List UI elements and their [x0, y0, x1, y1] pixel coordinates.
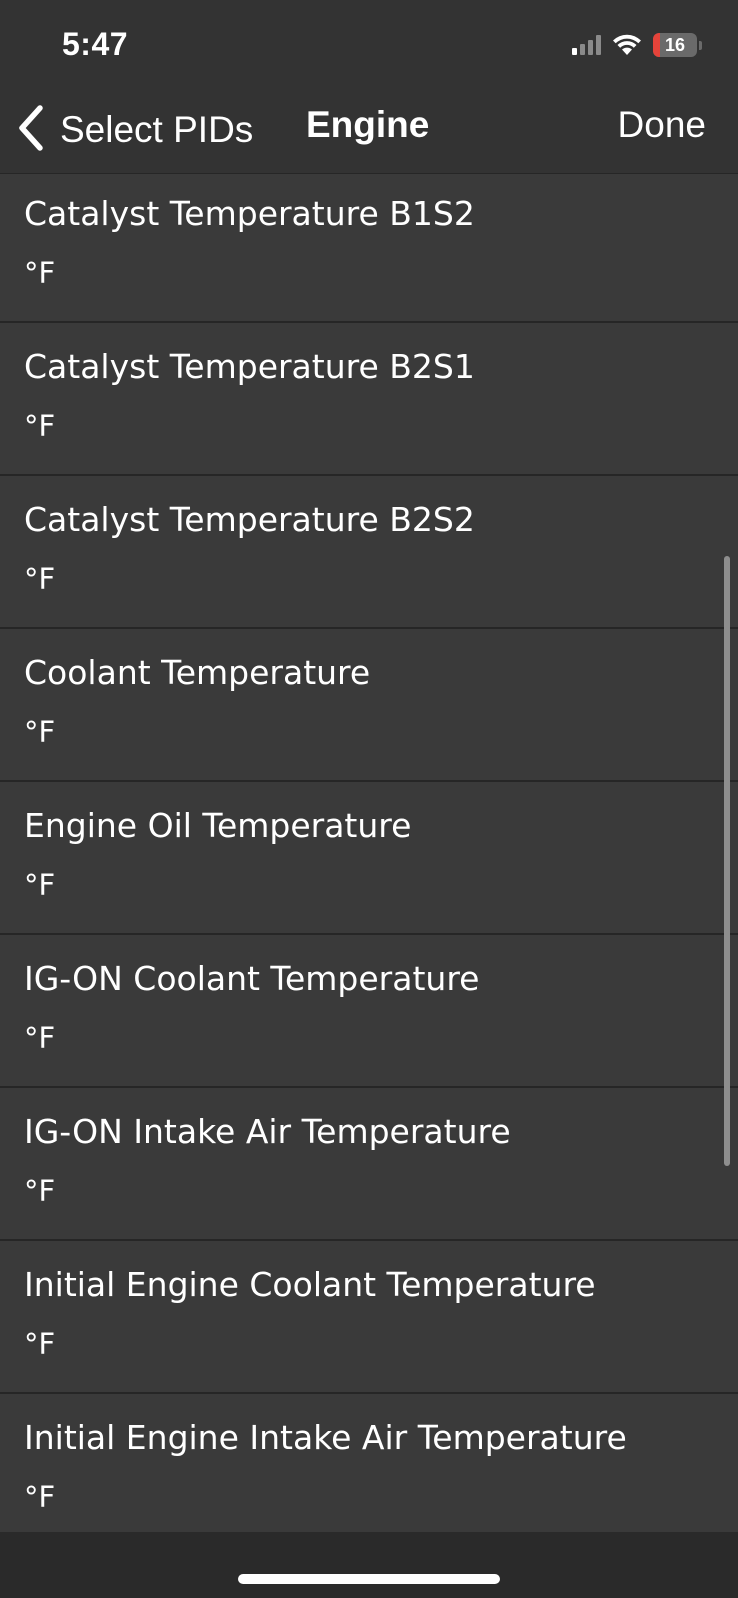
signal-bar	[572, 48, 577, 55]
pid-name: Catalyst Temperature B2S2	[24, 500, 475, 539]
battery-body: 16	[653, 33, 697, 57]
home-indicator-area	[0, 1532, 738, 1598]
pid-unit: °F	[24, 868, 56, 902]
wifi-icon	[611, 33, 643, 57]
cellular-signal-icon	[572, 35, 601, 55]
pid-name: Engine Oil Temperature	[24, 806, 412, 845]
list-item[interactable]: Initial Engine Intake Air Temperature °F	[0, 1394, 738, 1532]
pid-list[interactable]: Catalyst Temperature B1S2 °F Catalyst Te…	[0, 174, 738, 1532]
signal-bar	[580, 44, 585, 55]
pid-unit: °F	[24, 1021, 56, 1055]
pid-unit: °F	[24, 1174, 56, 1208]
signal-bar	[596, 35, 601, 55]
pid-name: IG-ON Coolant Temperature	[24, 959, 480, 998]
status-time: 5:47	[62, 26, 129, 62]
pid-name: Catalyst Temperature B2S1	[24, 347, 475, 386]
battery-cap	[699, 40, 702, 50]
pid-name: Catalyst Temperature B1S2	[24, 194, 475, 233]
signal-bar	[588, 40, 593, 55]
pid-unit: °F	[24, 409, 56, 443]
status-bar: 5:47 16	[0, 0, 738, 90]
back-button-label: Select PIDs	[60, 109, 254, 150]
pid-unit: °F	[24, 1327, 56, 1361]
pid-unit: °F	[24, 715, 56, 749]
pid-name: Coolant Temperature	[24, 653, 371, 692]
list-item[interactable]: Engine Oil Temperature °F	[0, 782, 738, 935]
list-item[interactable]: Coolant Temperature °F	[0, 629, 738, 782]
back-button[interactable]: Select PIDs	[16, 102, 253, 158]
pid-name: Initial Engine Intake Air Temperature	[24, 1418, 627, 1457]
done-button[interactable]: Done	[618, 104, 706, 146]
pid-unit: °F	[24, 1480, 56, 1514]
screen: 5:47 16 Select PIDs Engine Done Catalyst…	[0, 0, 738, 1598]
pid-name: Initial Engine Coolant Temperature	[24, 1265, 596, 1304]
pid-unit: °F	[24, 562, 56, 596]
list-item[interactable]: Catalyst Temperature B1S2 °F	[0, 174, 738, 323]
page-title: Engine	[306, 104, 430, 145]
home-indicator[interactable]	[238, 1574, 500, 1584]
battery-icon: 16	[653, 33, 702, 57]
pid-name: IG-ON Intake Air Temperature	[24, 1112, 511, 1151]
chevron-left-icon	[16, 104, 46, 157]
navigation-bar: Select PIDs Engine Done	[0, 90, 738, 174]
list-item[interactable]: Initial Engine Coolant Temperature °F	[0, 1241, 738, 1394]
list-item[interactable]: Catalyst Temperature B2S2 °F	[0, 476, 738, 629]
list-item[interactable]: Catalyst Temperature B2S1 °F	[0, 323, 738, 476]
battery-level: 16	[664, 34, 686, 55]
status-icons: 16	[572, 30, 702, 60]
list-item[interactable]: IG-ON Intake Air Temperature °F	[0, 1088, 738, 1241]
pid-unit: °F	[24, 256, 56, 290]
scrollbar[interactable]	[724, 556, 730, 1166]
list-item[interactable]: IG-ON Coolant Temperature °F	[0, 935, 738, 1088]
